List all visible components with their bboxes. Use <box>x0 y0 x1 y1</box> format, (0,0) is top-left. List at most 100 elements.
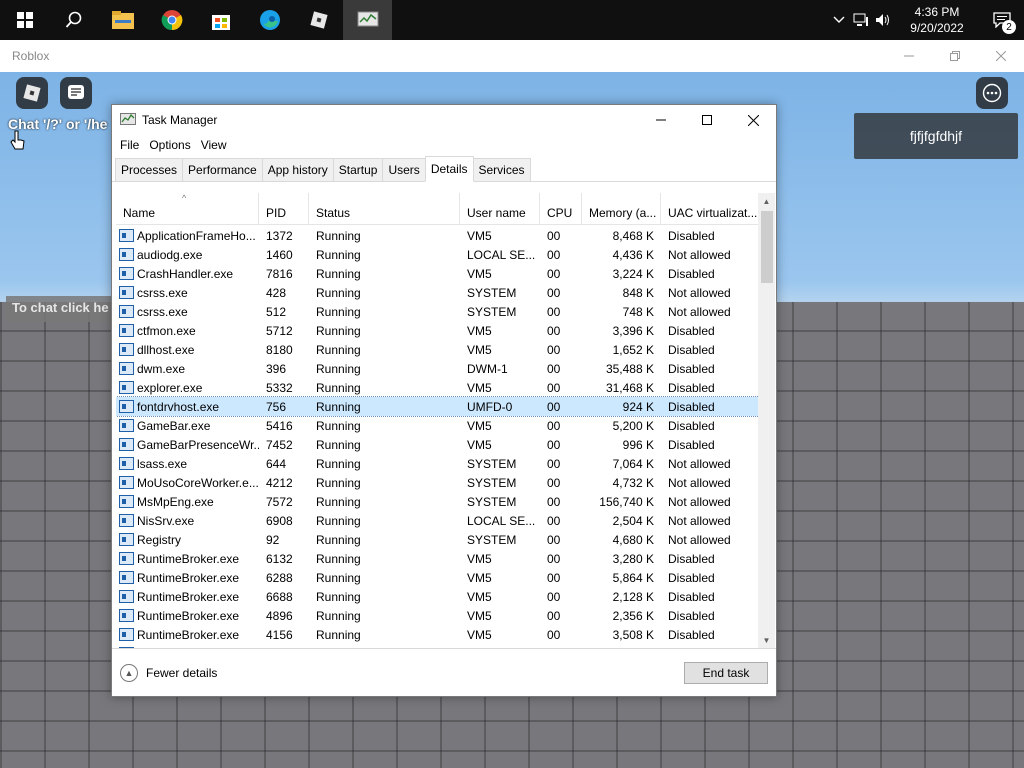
process-name-cell: Registry <box>116 533 259 547</box>
process-user-cell: VM5 <box>467 228 492 243</box>
menu-file[interactable]: File <box>115 138 144 152</box>
table-row[interactable]: RuntimeBroker.exe 6288 Running VM5 00 5,864 K… <box>116 568 761 587</box>
table-row[interactable]: RuntimeBroker.exe 4896 Running VM5 00 2,356 K… <box>116 606 761 625</box>
process-pid-cell: 4212 <box>266 475 293 490</box>
process-name-cell: RuntimeBroker.exe <box>116 571 259 585</box>
action-center-button[interactable]: 2 <box>980 0 1024 40</box>
task-manager-titlebar[interactable]: Task Manager <box>112 105 776 135</box>
column-header-uac[interactable]: UAC virtualizat... <box>661 193 761 224</box>
process-status-cell: Running <box>316 456 361 471</box>
process-cpu-cell: 00 <box>547 437 561 452</box>
process-uac-cell: Disabled <box>668 418 715 433</box>
file-explorer-icon <box>111 11 134 29</box>
file-explorer-button[interactable] <box>98 0 147 40</box>
process-uac-cell: Not allowed <box>668 494 731 509</box>
table-row[interactable]: GameBar.exe 5416 Running VM5 00 5,200 K Disabl… <box>116 416 761 435</box>
clock[interactable]: 4:36 PM 9/20/2022 <box>894 4 980 36</box>
table-row[interactable]: MsMpEng.exe 7572 Running SYSTEM 00 156,740 K N… <box>116 492 761 511</box>
table-row[interactable]: audiodg.exe 1460 Running LOCAL SE... 00 4,436… <box>116 245 761 264</box>
roblox-button[interactable] <box>294 0 343 40</box>
process-status-cell: Running <box>316 247 361 262</box>
process-memory-cell: 156,740 K <box>599 494 654 509</box>
process-status-cell: Running <box>316 285 361 300</box>
scroll-up-arrow-icon[interactable]: ▲ <box>758 193 775 210</box>
table-row[interactable]: NisSrv.exe 6908 Running LOCAL SE... 00 2,504 … <box>116 511 761 530</box>
process-uac-cell: Disabled <box>668 323 715 338</box>
search-button[interactable] <box>49 0 98 40</box>
tab-services[interactable]: Services <box>472 158 531 181</box>
tab-startup[interactable]: Startup <box>332 158 384 181</box>
process-status-cell: Running <box>316 361 361 376</box>
table-row[interactable]: csrss.exe 428 Running SYSTEM 00 848 K Not allo… <box>116 283 761 302</box>
process-name-cell: ApplicationFrameHo... <box>116 229 259 243</box>
roblox-close-button[interactable] <box>978 40 1024 72</box>
edge-button[interactable] <box>245 0 294 40</box>
table-row[interactable]: GameBarPresenceWr... 7452 Running VM5 00 996 … <box>116 435 761 454</box>
tab-details[interactable]: Details <box>424 156 474 182</box>
table-row[interactable]: RuntimeBroker.exe 6688 Running VM5 00 2,128 K… <box>116 587 761 606</box>
table-row[interactable]: ctfmon.exe 5712 Running VM5 00 3,396 K Disable… <box>116 321 761 340</box>
tm-maximize-button[interactable] <box>684 105 730 135</box>
chrome-button[interactable] <box>147 0 196 40</box>
process-name-cell: csrss.exe <box>116 305 259 319</box>
end-task-button[interactable]: End task <box>684 662 768 684</box>
table-row[interactable]: MoUsoCoreWorker.e... 4212 Running SYSTEM 00 4… <box>116 473 761 492</box>
table-row[interactable]: RuntimeBroker.exe 4156 Running VM5 00 3,508 K… <box>116 625 761 644</box>
tab-performance[interactable]: Performance <box>182 158 263 181</box>
vertical-scrollbar[interactable]: ▲ ▼ <box>758 193 775 649</box>
column-header-name[interactable]: Name <box>116 193 259 224</box>
process-name: RuntimeBroker.exe <box>137 608 240 623</box>
table-row[interactable]: Registry 92 Running SYSTEM 00 4,680 K Not allo… <box>116 530 761 549</box>
table-row[interactable]: CrashHandler.exe 7816 Running VM5 00 3,224 K D… <box>116 264 761 283</box>
scroll-down-arrow-icon[interactable]: ▼ <box>758 632 775 649</box>
process-user-cell: VM5 <box>467 418 492 433</box>
process-name-cell: dllhost.exe <box>116 343 259 357</box>
table-row[interactable]: explorer.exe 5332 Running VM5 00 31,468 K Disa… <box>116 378 761 397</box>
task-manager-icon <box>357 11 378 27</box>
chevron-up-circle-icon[interactable]: ▲ <box>120 663 138 682</box>
minimize-icon <box>904 55 914 57</box>
menu-options[interactable]: Options <box>144 138 195 152</box>
table-row[interactable]: fontdrvhost.exe 756 Running UMFD-0 00 924 K Di… <box>116 396 762 417</box>
volume-icon[interactable] <box>872 0 894 40</box>
tm-close-button[interactable] <box>730 105 776 135</box>
task-manager-button[interactable] <box>343 0 392 40</box>
table-row[interactable]: lsass.exe 644 Running SYSTEM 00 7,064 K Not al… <box>116 454 761 473</box>
roblox-menu-button[interactable] <box>16 77 48 109</box>
column-header-status[interactable]: Status <box>309 193 460 224</box>
table-row[interactable]: csrss.exe 512 Running SYSTEM 00 748 K Not allo… <box>116 302 761 321</box>
network-icon[interactable] <box>850 0 872 40</box>
store-button[interactable] <box>196 0 245 40</box>
process-rows: ApplicationFrameHo... 1372 Running VM5 00 8,4… <box>116 226 762 649</box>
tab-processes[interactable]: Processes <box>115 158 184 181</box>
roblox-minimize-button[interactable] <box>886 40 932 72</box>
table-row[interactable]: dwm.exe 396 Running DWM-1 00 35,488 K Disabled <box>116 359 761 378</box>
table-row[interactable]: ApplicationFrameHo... 1372 Running VM5 00 8,4… <box>116 226 761 245</box>
table-row[interactable]: RuntimeBroker.exe 6132 Running VM5 00 3,280 K… <box>116 549 761 568</box>
chevron-up-icon[interactable] <box>828 0 850 40</box>
process-uac-cell: Not allowed <box>668 304 731 319</box>
more-options-button[interactable] <box>976 77 1008 109</box>
tab-app-history[interactable]: App history <box>261 158 334 181</box>
process-pid-cell: 4896 <box>266 608 293 623</box>
fewer-details-link[interactable]: Fewer details <box>146 666 217 680</box>
process-name-cell: dwm.exe <box>116 362 259 376</box>
chat-click-prompt[interactable]: To chat click he <box>6 296 116 322</box>
column-header-user-name[interactable]: User name <box>460 193 540 224</box>
process-cpu-cell: 00 <box>547 361 561 376</box>
chat-toggle-button[interactable] <box>60 77 92 109</box>
start-button[interactable] <box>0 0 49 40</box>
column-header-pid[interactable]: PID <box>259 193 309 224</box>
tm-minimize-button[interactable] <box>638 105 684 135</box>
scrollbar-thumb[interactable] <box>761 211 773 283</box>
process-icon <box>119 267 134 280</box>
column-header-cpu[interactable]: CPU <box>540 193 582 224</box>
table-row[interactable]: dllhost.exe 8180 Running VM5 00 1,652 K Disabl… <box>116 340 761 359</box>
tab-users[interactable]: Users <box>382 158 426 181</box>
column-header-memory[interactable]: Memory (a... <box>582 193 661 224</box>
process-memory-cell: 848 K <box>622 285 654 300</box>
roblox-restore-button[interactable] <box>932 40 978 72</box>
edge-icon <box>259 10 280 30</box>
player-list-entry[interactable]: fjfjfgfdhjf <box>854 113 1018 159</box>
menu-view[interactable]: View <box>196 138 232 152</box>
